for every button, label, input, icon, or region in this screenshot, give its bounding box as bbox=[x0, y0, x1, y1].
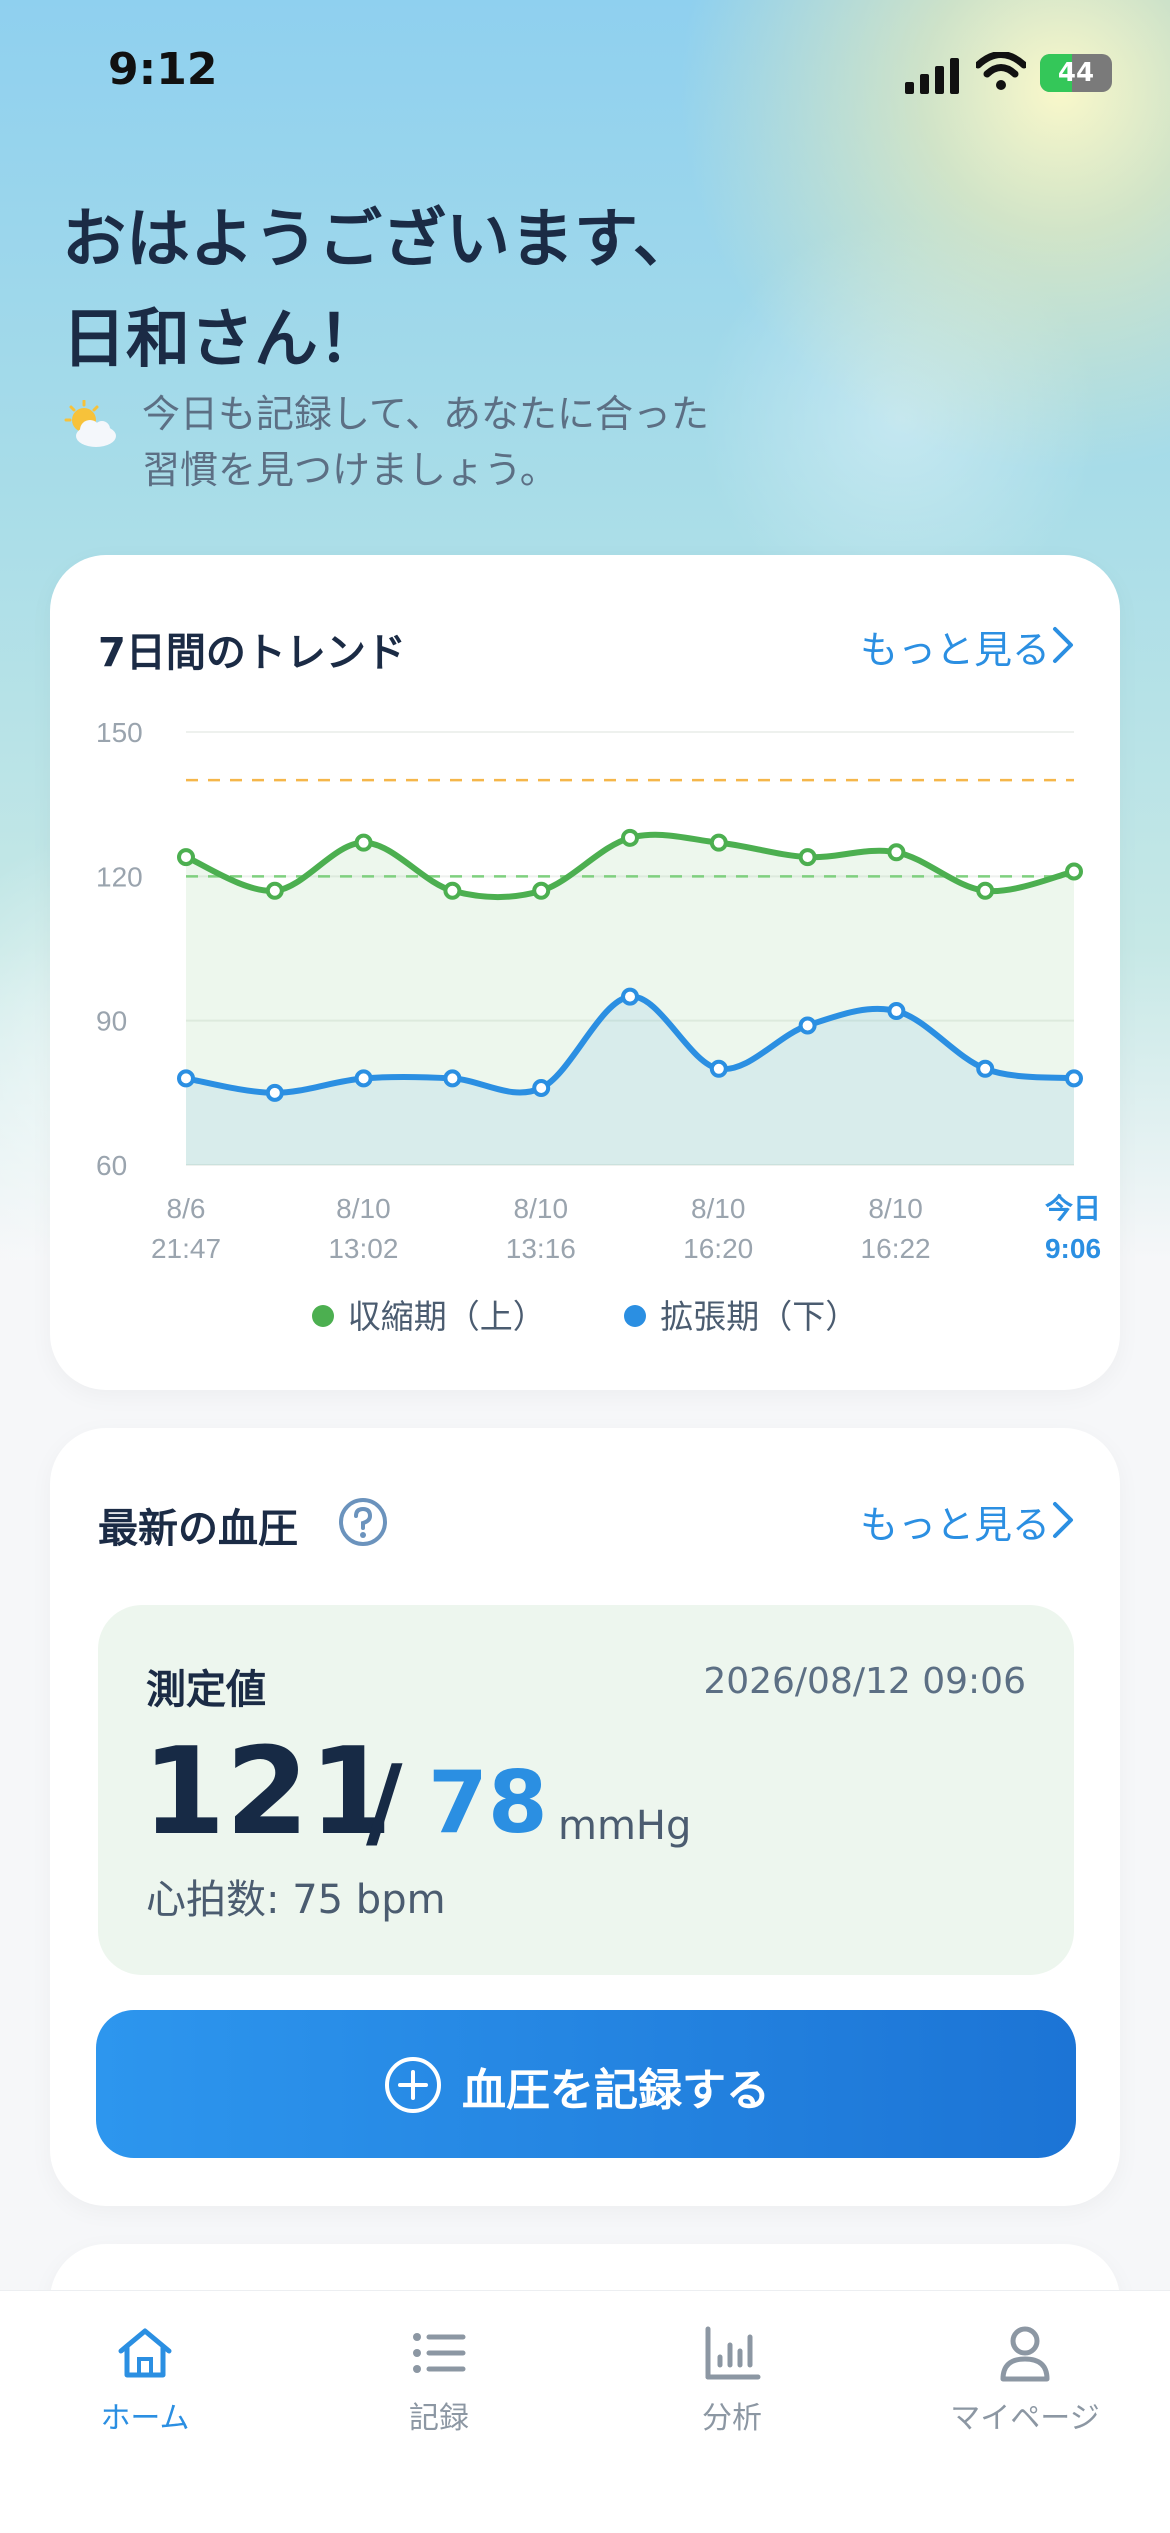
data-point-diastolic bbox=[532, 1079, 551, 1098]
tab-records[interactable]: 記録 bbox=[339, 2321, 539, 2437]
trend-chart: 150 120 90 60 8/6 21:47 8/10 13:02 8/10 13:16 8/10… bbox=[96, 717, 1101, 1264]
heart-rate: 心拍数: 75 bpm bbox=[146, 1877, 446, 1923]
latest-more-link[interactable]: もっと見る bbox=[860, 1494, 1050, 1549]
x-tick-label: 8/10 bbox=[868, 1193, 923, 1224]
data-point-systolic bbox=[265, 881, 284, 900]
record-bp-label: 血圧を記録する bbox=[462, 2065, 770, 2116]
systolic-value: 121 bbox=[142, 1723, 393, 1862]
y-tick-label: 120 bbox=[96, 861, 143, 892]
data-point-systolic bbox=[1065, 862, 1083, 881]
data-point-diastolic bbox=[443, 1069, 462, 1088]
latest-bp-title: 最新の血圧 bbox=[98, 1506, 298, 1552]
data-point-systolic bbox=[976, 881, 995, 900]
chevron-right-icon[interactable] bbox=[1050, 1500, 1076, 1540]
x-tick-label: 8/10 bbox=[336, 1193, 391, 1224]
legend-systolic-label: 収縮期（上） bbox=[347, 1297, 546, 1336]
x-tick-label: 13:02 bbox=[328, 1233, 398, 1264]
question-circle-icon[interactable] bbox=[338, 1497, 388, 1547]
data-point-diastolic bbox=[1065, 1069, 1083, 1088]
x-tick-label: 21:47 bbox=[151, 1233, 221, 1264]
data-point-systolic bbox=[621, 828, 639, 847]
value-separator: / bbox=[366, 1743, 403, 1860]
tab-home-label: ホーム bbox=[100, 2401, 190, 2436]
latest-measurement-panel: 測定値 2026/08/12 09:06 121 / 78 mmHg 心拍数: … bbox=[98, 1605, 1074, 1975]
bottom-tab-bar: ホーム 記録 分析 マイページ bbox=[0, 2290, 1170, 2533]
data-point-systolic bbox=[887, 843, 906, 862]
bar-chart-icon bbox=[705, 2326, 761, 2380]
tab-analysis-label: 分析 bbox=[702, 2401, 762, 2436]
data-point-diastolic bbox=[709, 1059, 728, 1078]
tab-mypage-label: マイページ bbox=[950, 2401, 1100, 2436]
y-tick-label: 60 bbox=[96, 1150, 127, 1181]
legend-systolic: 収縮期（上） bbox=[311, 1290, 546, 1338]
x-tick-label: 今日 bbox=[1045, 1192, 1101, 1224]
data-point-systolic bbox=[354, 833, 373, 852]
record-bp-button[interactable]: 血圧を記録する bbox=[96, 2010, 1076, 2158]
chart-legend: 収縮期（上） 拡張期（下） bbox=[0, 1290, 1170, 1338]
data-point-diastolic bbox=[354, 1069, 373, 1088]
x-tick-label: 8/6 bbox=[167, 1193, 206, 1224]
data-point-diastolic bbox=[265, 1083, 284, 1102]
data-point-diastolic bbox=[976, 1059, 995, 1078]
data-point-systolic bbox=[798, 848, 817, 867]
tab-mypage[interactable]: マイページ bbox=[925, 2321, 1125, 2437]
measurement-label: 測定値 bbox=[146, 1667, 266, 1713]
x-tick-label: 16:22 bbox=[861, 1233, 931, 1264]
list-icon bbox=[413, 2333, 466, 2373]
data-point-diastolic bbox=[177, 1069, 195, 1088]
diastolic-value: 78 bbox=[428, 1753, 548, 1853]
data-point-diastolic bbox=[887, 1002, 906, 1021]
legend-diastolic-dot bbox=[624, 1304, 647, 1327]
legend-systolic-dot bbox=[311, 1304, 334, 1327]
x-tick-label: 13:16 bbox=[506, 1233, 576, 1264]
pressure-unit: mmHg bbox=[558, 1803, 692, 1849]
data-point-systolic bbox=[532, 881, 551, 900]
legend-diastolic: 拡張期（下） bbox=[624, 1290, 858, 1338]
tab-records-label: 記録 bbox=[409, 2401, 469, 2436]
tab-home[interactable]: ホーム bbox=[45, 2321, 245, 2437]
data-point-systolic bbox=[443, 881, 462, 900]
data-point-systolic bbox=[177, 848, 195, 867]
x-tick-label: 16:20 bbox=[683, 1233, 753, 1264]
x-tick-label: 8/10 bbox=[691, 1193, 746, 1224]
person-icon bbox=[1000, 2326, 1050, 2382]
legend-diastolic-label: 拡張期（下） bbox=[660, 1297, 859, 1336]
data-point-systolic bbox=[709, 833, 728, 852]
plus-circle-icon bbox=[385, 2057, 441, 2113]
x-tick-label: 8/10 bbox=[514, 1193, 569, 1224]
data-point-diastolic bbox=[798, 1016, 817, 1035]
y-tick-label: 90 bbox=[96, 1006, 127, 1037]
home-icon bbox=[118, 2328, 172, 2378]
measurement-datetime: 2026/08/12 09:06 bbox=[703, 1661, 1026, 1702]
x-tick-label: 9:06 bbox=[1045, 1233, 1101, 1264]
tab-analysis[interactable]: 分析 bbox=[632, 2321, 832, 2437]
data-point-diastolic bbox=[621, 987, 639, 1006]
y-tick-label: 150 bbox=[96, 717, 143, 748]
